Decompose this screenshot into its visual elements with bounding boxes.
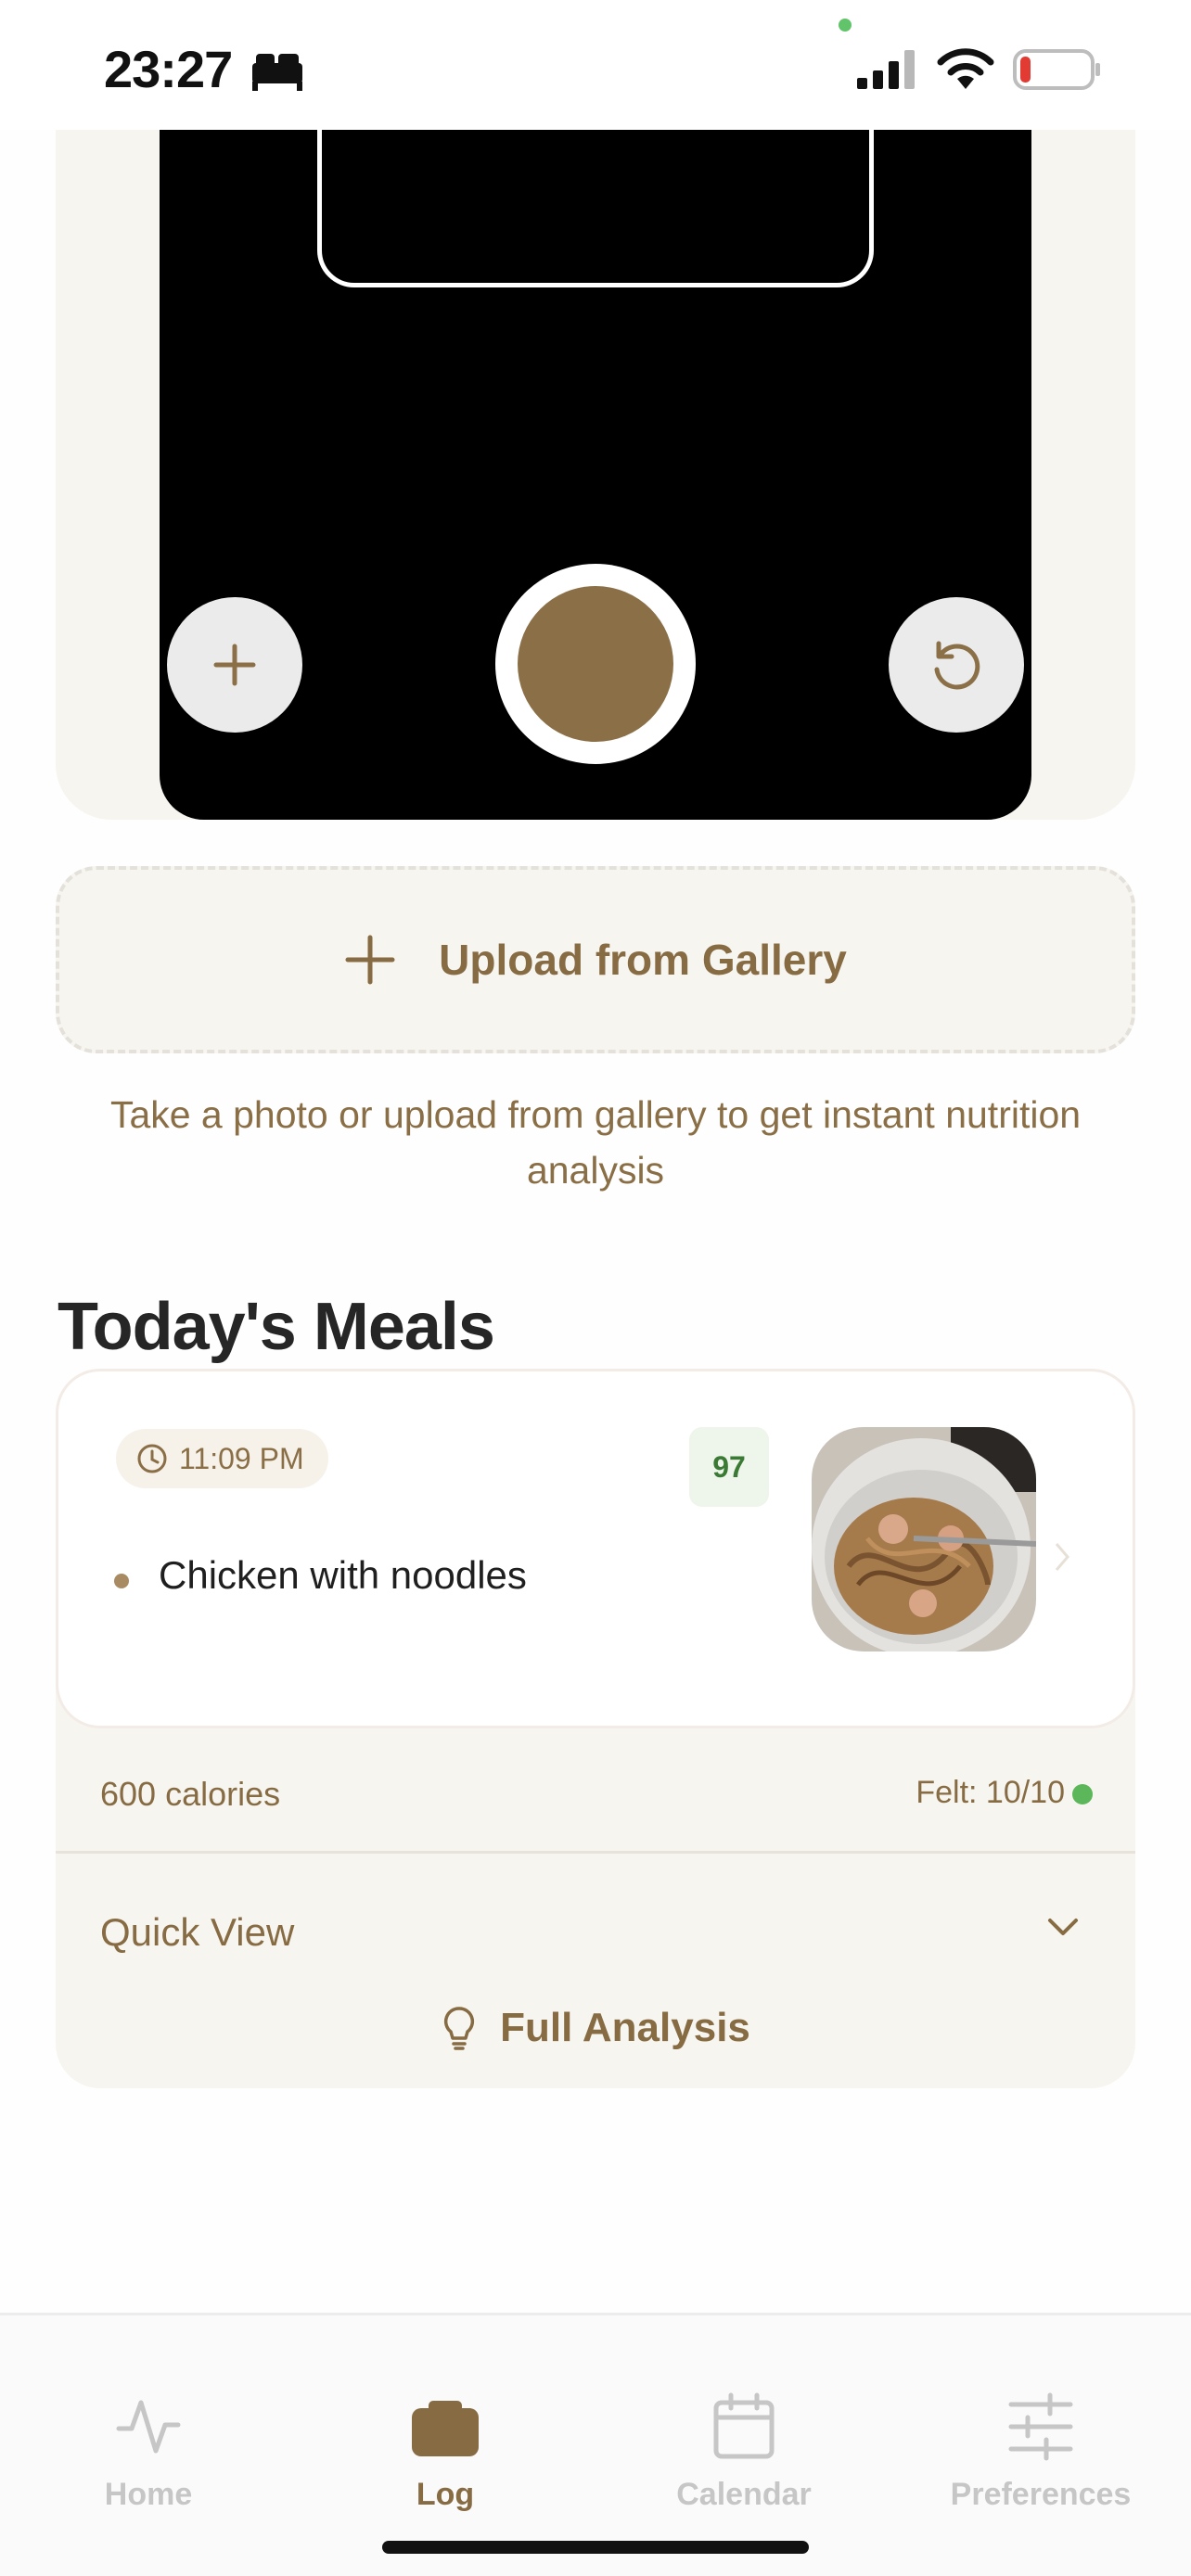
meal-calories: 600 calories — [100, 1775, 281, 1813]
meal-card-header[interactable]: 11:09 PM 97 Chicken with noodles — [56, 1369, 1135, 1728]
home-indicator — [382, 2541, 809, 2554]
tab-calendar[interactable]: Calendar — [633, 2390, 855, 2513]
shutter-inner — [518, 586, 673, 742]
upload-label: Upload from Gallery — [439, 936, 847, 984]
sliders-icon — [1008, 2392, 1073, 2461]
status-bar: 23:27 — [0, 0, 1191, 130]
chevron-down-icon[interactable] — [1043, 1906, 1083, 1947]
lightbulb-icon — [444, 2007, 475, 2050]
quick-view-toggle[interactable]: Quick View — [100, 1910, 294, 1955]
felt-status-dot — [1072, 1784, 1093, 1804]
section-title: Today's Meals — [58, 1290, 495, 1364]
divider — [56, 1851, 1135, 1854]
activity-icon — [116, 2400, 181, 2454]
health-score-badge: 97 — [689, 1427, 769, 1507]
add-button[interactable] — [167, 597, 302, 733]
meal-card[interactable]: 11:09 PM 97 Chicken with noodles 600 cal… — [56, 1369, 1135, 2088]
helper-text: Take a photo or upload from gallery to g… — [109, 1093, 1082, 1192]
privacy-indicator-dot — [839, 19, 852, 32]
tab-bar: Home Log Calendar Preferences — [0, 2313, 1191, 2576]
clock-icon — [137, 1444, 167, 1473]
meal-time-pill: 11:09 PM — [116, 1429, 328, 1488]
meal-time: 11:09 PM — [179, 1441, 304, 1475]
tab-label: Calendar — [676, 2477, 812, 2512]
status-time: 23:27 — [104, 40, 233, 98]
flip-camera-button[interactable] — [889, 597, 1024, 733]
chevron-right-icon — [1055, 1543, 1069, 1571]
full-analysis-button[interactable]: Full Analysis — [56, 2005, 1135, 2051]
rotate-icon — [934, 641, 980, 690]
meal-photo[interactable] — [812, 1427, 1036, 1651]
tab-home[interactable]: Home — [37, 2390, 260, 2513]
bed-icon — [252, 54, 302, 91]
upload-from-gallery-button[interactable]: Upload from Gallery — [56, 866, 1135, 1053]
full-analysis-label: Full Analysis — [500, 2005, 750, 2050]
signal-icon — [857, 50, 915, 89]
shutter-button[interactable] — [495, 564, 696, 764]
tab-label: Home — [104, 2477, 193, 2512]
list-bullet — [114, 1574, 129, 1588]
calendar-icon — [713, 2392, 775, 2459]
battery-icon — [1013, 49, 1100, 90]
wifi-icon — [937, 48, 994, 89]
camera-icon — [412, 2401, 479, 2456]
tab-log[interactable]: Log — [334, 2390, 557, 2513]
plus-icon — [345, 935, 395, 985]
plus-icon — [213, 644, 256, 686]
tab-label: Preferences — [950, 2477, 1132, 2512]
tab-label: Log — [416, 2477, 475, 2512]
meal-felt-rating: Felt: 10/10 — [916, 1775, 1065, 1810]
tab-preferences[interactable]: Preferences — [929, 2390, 1152, 2513]
meal-food-item: Chicken with noodles — [159, 1553, 527, 1597]
